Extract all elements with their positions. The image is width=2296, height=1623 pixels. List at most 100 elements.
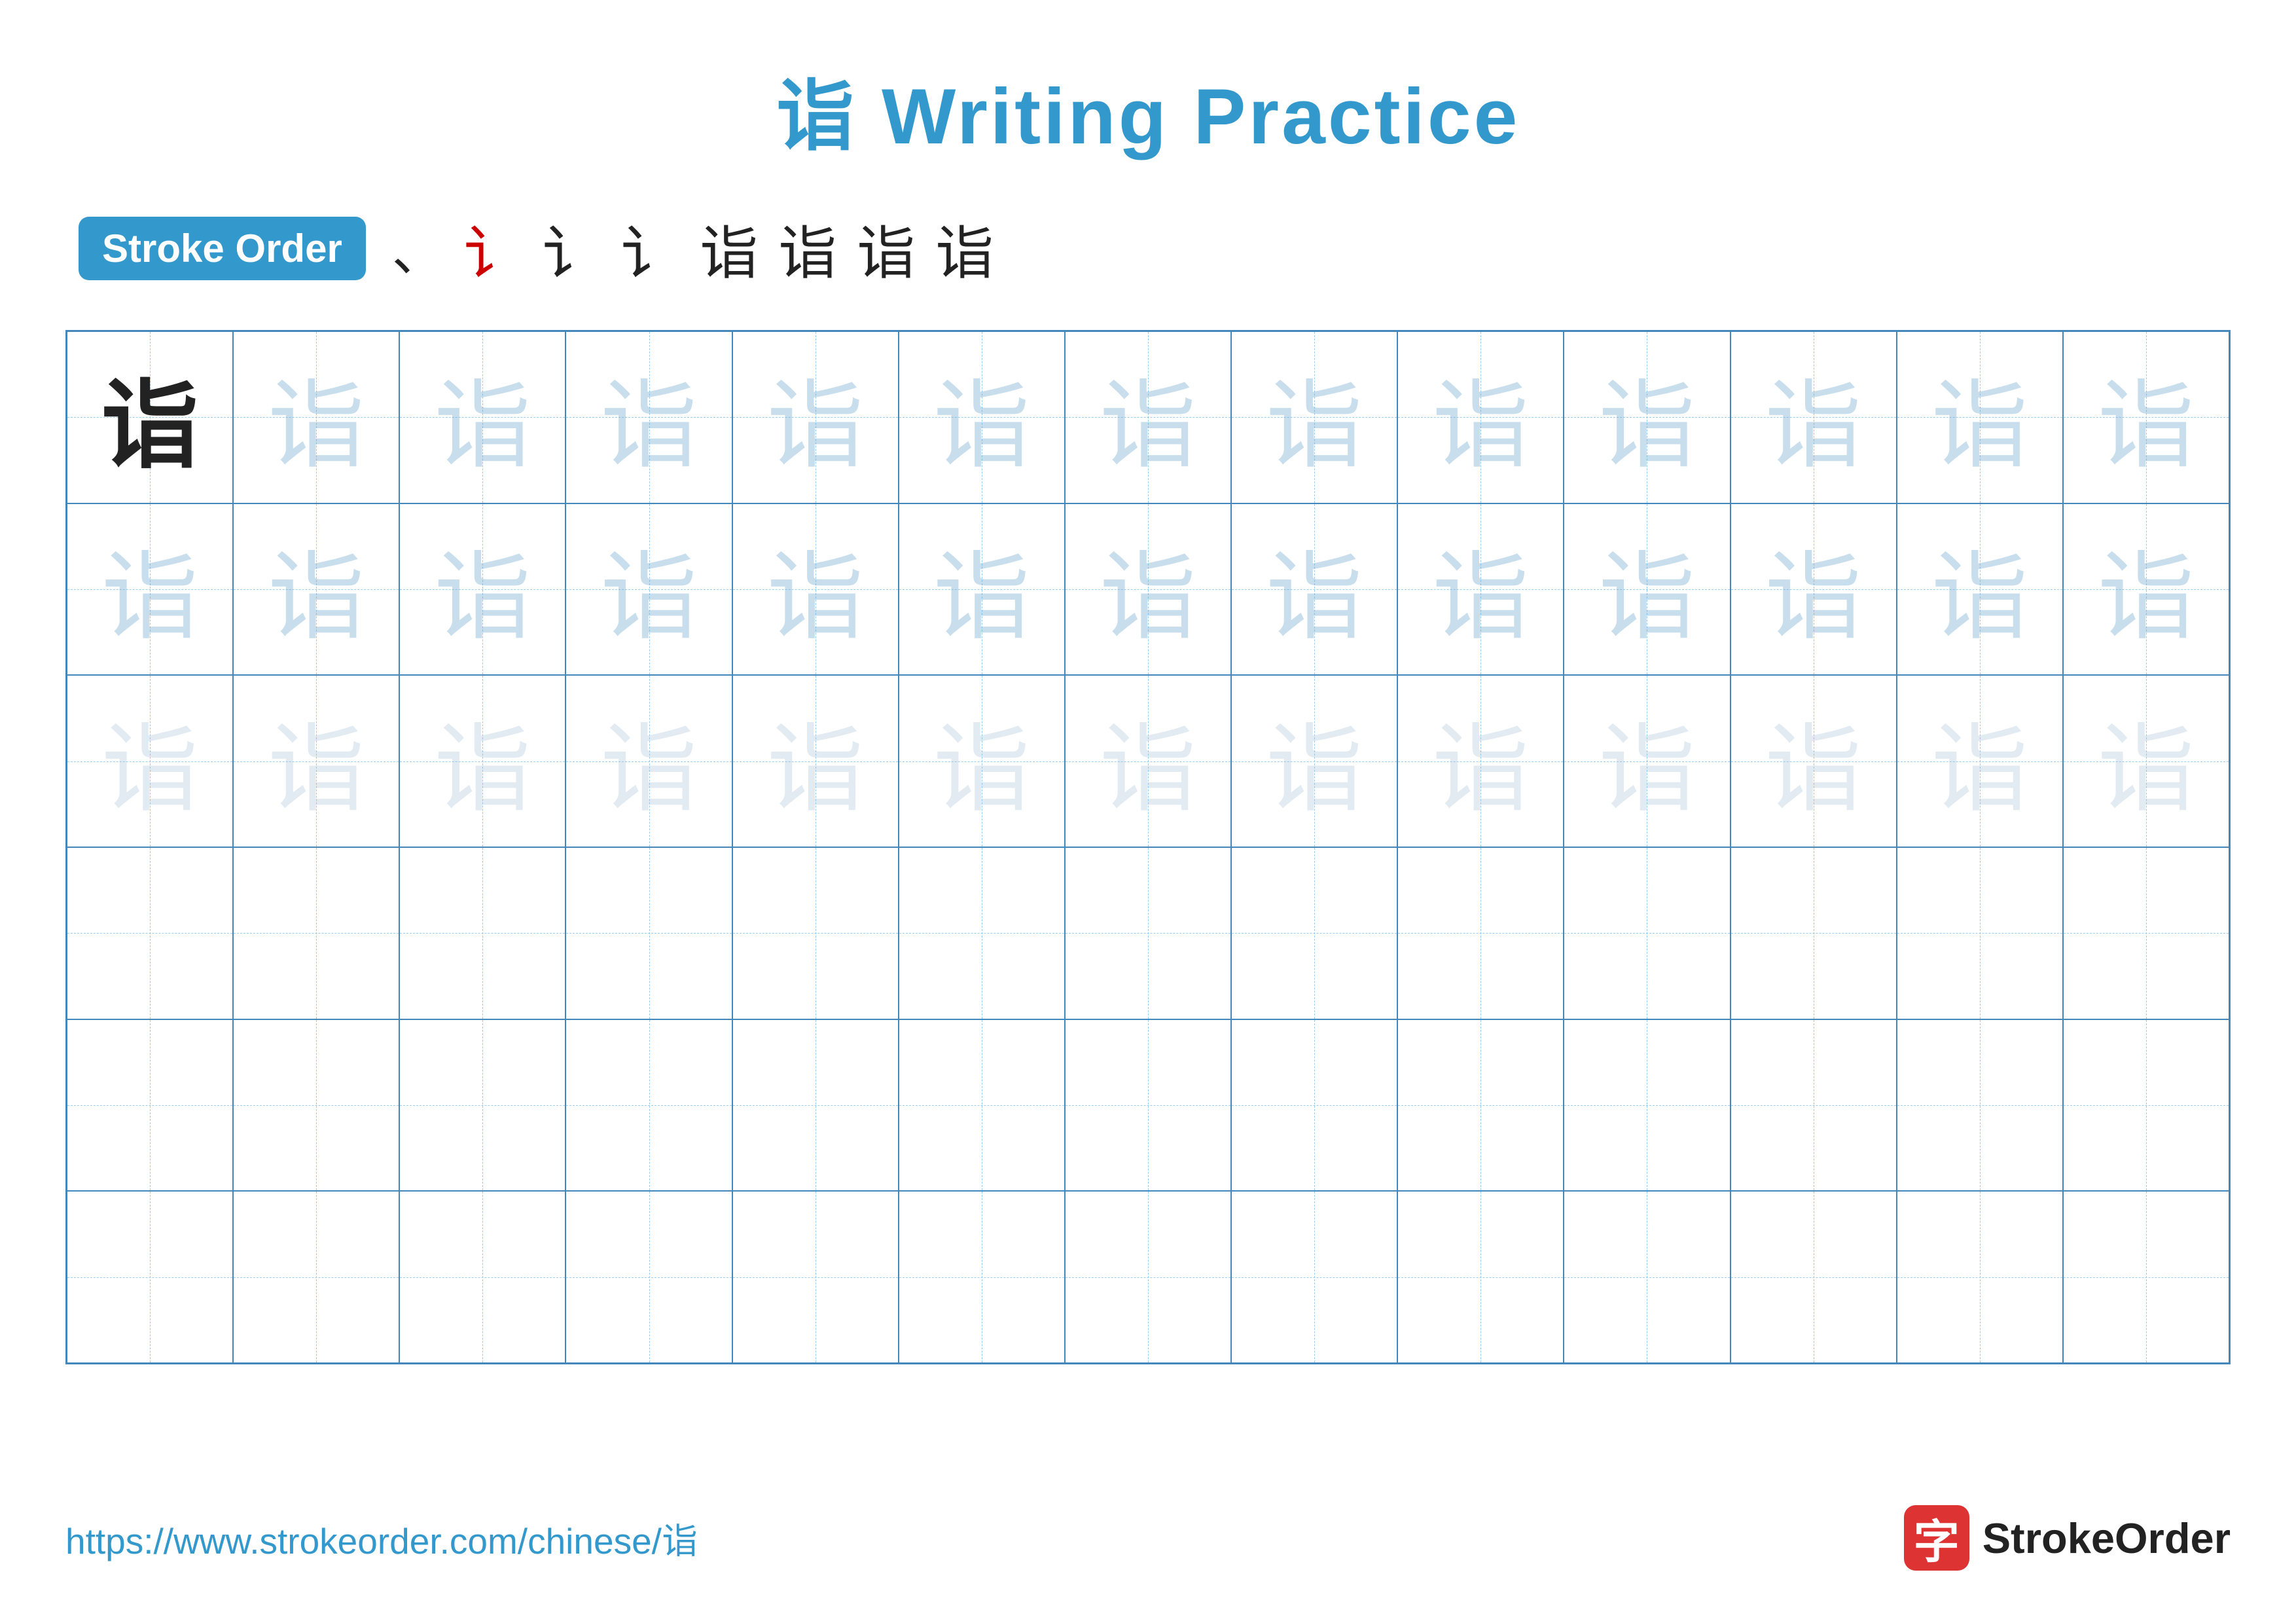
grid-cell[interactable]: 诣 [565,503,732,676]
grid-cell[interactable] [1231,1191,1397,1363]
grid-cell[interactable] [1065,1191,1231,1363]
grid-cell[interactable] [732,847,899,1019]
cell-character: 诣 [933,690,1031,832]
footer-logo: 字 StrokeOrder [1904,1505,2231,1571]
grid-cell[interactable]: 诣 [1564,675,1730,847]
grid-cell[interactable]: 诣 [1231,675,1397,847]
cell-character: 诣 [1431,346,1530,488]
cell-character: 诣 [600,690,698,832]
stroke-order-badge[interactable]: Stroke Order [79,217,366,280]
grid-cell[interactable]: 诣 [1731,331,1897,503]
grid-cell[interactable] [2063,1191,2229,1363]
grid-cell[interactable]: 诣 [2063,675,2229,847]
grid-cell[interactable] [1397,1019,1564,1192]
grid-cell[interactable]: 诣 [399,503,565,676]
grid-cell[interactable]: 诣 [399,331,565,503]
grid-cell[interactable]: 诣 [565,331,732,503]
grid-cell[interactable] [1065,1019,1231,1192]
grid-cell[interactable] [732,1019,899,1192]
grid-cell[interactable]: 诣 [1397,331,1564,503]
grid-cell[interactable]: 诣 [1065,503,1231,676]
grid-cell[interactable]: 诣 [899,503,1065,676]
grid-cell[interactable]: 诣 [399,675,565,847]
cell-character: 诣 [267,346,365,488]
grid-cell[interactable] [233,1019,399,1192]
grid-cell[interactable] [899,1019,1065,1192]
grid-cell[interactable] [1397,847,1564,1019]
grid-cell[interactable] [1897,1191,2063,1363]
grid-cell[interactable]: 诣 [565,675,732,847]
cell-character: 诣 [1431,518,1530,660]
grid-cell[interactable] [1731,847,1897,1019]
grid-cell[interactable]: 诣 [1564,331,1730,503]
grid-cell[interactable] [2063,1019,2229,1192]
stroke-order-row: Stroke Order 、 讠 讠 讠 诣 诣 诣 诣 [65,206,2231,291]
grid-cell[interactable]: 诣 [233,331,399,503]
grid-cell[interactable] [2063,847,2229,1019]
grid-cell[interactable] [732,1191,899,1363]
grid-cell[interactable]: 诣 [1731,503,1897,676]
grid-cell[interactable]: 诣 [67,503,233,676]
grid-cell[interactable] [67,1019,233,1192]
grid-cell[interactable]: 诣 [1231,331,1397,503]
grid-cell[interactable]: 诣 [732,503,899,676]
grid-cell[interactable]: 诣 [2063,331,2229,503]
grid-cell[interactable]: 诣 [1897,331,2063,503]
grid-cell[interactable]: 诣 [1897,675,2063,847]
cell-character: 诣 [1265,690,1363,832]
cell-character: 诣 [101,346,199,488]
grid-cell[interactable] [399,1191,565,1363]
grid-cell[interactable]: 诣 [1065,675,1231,847]
footer-url[interactable]: https://www.strokeorder.com/chinese/诣 [65,1512,698,1564]
grid-cell[interactable]: 诣 [67,331,233,503]
grid-cell[interactable]: 诣 [1564,503,1730,676]
cell-character: 诣 [2097,518,2195,660]
cell-character: 诣 [766,690,865,832]
grid-cell[interactable]: 诣 [732,675,899,847]
grid-cell[interactable] [899,1191,1065,1363]
grid-cell[interactable]: 诣 [899,331,1065,503]
grid-cell[interactable] [233,1191,399,1363]
grid-cell[interactable] [565,1191,732,1363]
grid-cell[interactable]: 诣 [732,331,899,503]
grid-cell[interactable] [565,1019,732,1192]
grid-cell[interactable] [899,847,1065,1019]
grid-cell[interactable]: 诣 [1397,675,1564,847]
cell-character: 诣 [1598,690,1696,832]
logo-char: 字 [1914,1505,1960,1571]
grid-cell[interactable] [233,847,399,1019]
grid-cell[interactable] [1397,1191,1564,1363]
grid-cell[interactable]: 诣 [1897,503,2063,676]
logo-name: StrokeOrder [1982,1514,2231,1563]
grid-cell[interactable] [399,1019,565,1192]
grid-cell[interactable] [67,847,233,1019]
grid-cell[interactable]: 诣 [1231,503,1397,676]
grid-cell[interactable] [1897,1019,2063,1192]
grid-cell[interactable]: 诣 [2063,503,2229,676]
grid-cell[interactable] [1897,847,2063,1019]
cell-character: 诣 [766,518,865,660]
grid-cell[interactable]: 诣 [1731,675,1897,847]
grid-cell[interactable] [1564,847,1730,1019]
grid-cell[interactable]: 诣 [233,675,399,847]
grid-cell[interactable]: 诣 [233,503,399,676]
grid-cell[interactable] [399,847,565,1019]
grid-cell[interactable] [1731,1191,1897,1363]
grid-cell[interactable]: 诣 [1065,331,1231,503]
grid-cell[interactable]: 诣 [67,675,233,847]
grid-cell[interactable]: 诣 [899,675,1065,847]
cell-character: 诣 [1931,346,2029,488]
cell-character: 诣 [1265,346,1363,488]
grid-cell[interactable] [565,847,732,1019]
grid-cell[interactable] [1731,1019,1897,1192]
grid-cell[interactable] [1231,847,1397,1019]
stroke-1: 、 [392,210,444,286]
grid-cell[interactable]: 诣 [1397,503,1564,676]
grid-cell[interactable] [1564,1191,1730,1363]
page-title: 诣 Writing Practice [65,52,2231,166]
cell-character: 诣 [1931,518,2029,660]
grid-cell[interactable] [1231,1019,1397,1192]
grid-cell[interactable] [1564,1019,1730,1192]
grid-cell[interactable] [1065,847,1231,1019]
grid-cell[interactable] [67,1191,233,1363]
